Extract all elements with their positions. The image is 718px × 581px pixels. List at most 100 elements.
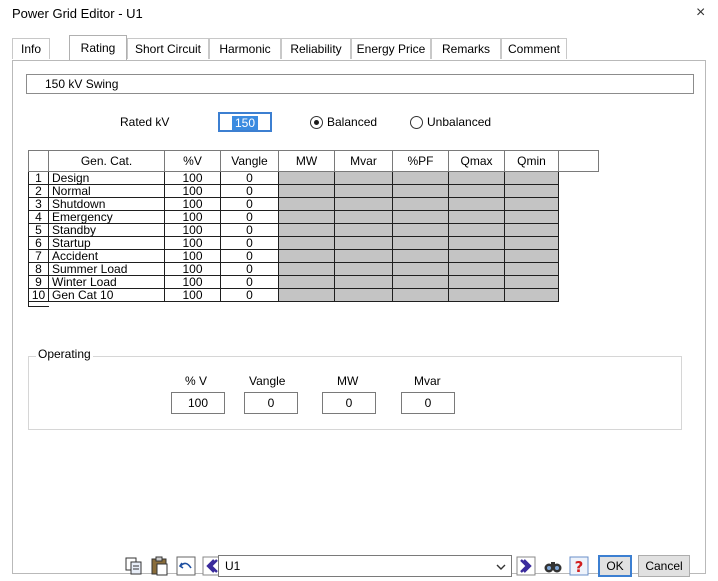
table-row[interactable]: 9 Winter Load 100 0 — [28, 275, 599, 289]
tab-remarks[interactable]: Remarks — [431, 38, 501, 59]
col-header-gen-cat[interactable]: Gen. Cat. — [48, 150, 165, 172]
mvar-cell[interactable] — [334, 275, 393, 289]
op-vangle-input[interactable]: 0 — [244, 392, 298, 414]
mw-cell[interactable] — [278, 210, 335, 224]
col-header-qmax[interactable]: Qmax — [448, 150, 505, 172]
vangle-cell[interactable]: 0 — [220, 275, 279, 289]
col-header-pct-v[interactable]: %V — [164, 150, 221, 172]
qmax-cell[interactable] — [448, 210, 505, 224]
ok-button[interactable]: OK — [598, 555, 632, 577]
qmax-cell[interactable] — [448, 288, 505, 302]
table-row[interactable]: 7 Accident 100 0 — [28, 249, 599, 263]
pct-v-cell[interactable]: 100 — [164, 236, 221, 250]
gen-cat-cell[interactable]: Gen Cat 10 — [48, 288, 165, 302]
pct-v-cell[interactable]: 100 — [164, 223, 221, 237]
description-field[interactable]: 150 kV Swing — [26, 74, 694, 94]
table-row[interactable]: 10 Gen Cat 10 100 0 — [28, 288, 599, 302]
pct-pf-cell[interactable] — [392, 223, 449, 237]
tab-rating[interactable]: Rating — [69, 35, 127, 60]
table-row[interactable]: 4 Emergency 100 0 — [28, 210, 599, 224]
qmax-cell[interactable] — [448, 249, 505, 263]
qmin-cell[interactable] — [504, 275, 559, 289]
qmin-cell[interactable] — [504, 236, 559, 250]
gen-cat-cell[interactable]: Design — [48, 171, 165, 185]
mvar-cell[interactable] — [334, 210, 393, 224]
mw-cell[interactable] — [278, 236, 335, 250]
qmin-cell[interactable] — [504, 262, 559, 276]
gen-cat-cell[interactable]: Emergency — [48, 210, 165, 224]
mvar-cell[interactable] — [334, 223, 393, 237]
table-row[interactable]: 5 Standby 100 0 — [28, 223, 599, 237]
mw-cell[interactable] — [278, 184, 335, 198]
copy-icon[interactable] — [124, 556, 144, 576]
col-header-mw[interactable]: MW — [278, 150, 335, 172]
vangle-cell[interactable]: 0 — [220, 197, 279, 211]
pct-pf-cell[interactable] — [392, 262, 449, 276]
pct-pf-cell[interactable] — [392, 171, 449, 185]
paste-icon[interactable] — [150, 556, 170, 576]
pct-v-cell[interactable]: 100 — [164, 171, 221, 185]
find-icon[interactable] — [543, 556, 563, 576]
table-row[interactable]: 1 Design 100 0 — [28, 171, 599, 185]
tab-comment[interactable]: Comment — [501, 38, 567, 59]
table-row[interactable]: 8 Summer Load 100 0 — [28, 262, 599, 276]
qmax-cell[interactable] — [448, 197, 505, 211]
mw-cell[interactable] — [278, 171, 335, 185]
tab-harmonic[interactable]: Harmonic — [209, 38, 281, 59]
mvar-cell[interactable] — [334, 262, 393, 276]
cancel-button[interactable]: Cancel — [638, 555, 690, 577]
mvar-cell[interactable] — [334, 236, 393, 250]
vangle-cell[interactable]: 0 — [220, 236, 279, 250]
gen-cat-cell[interactable]: Accident — [48, 249, 165, 263]
unbalanced-radio[interactable] — [410, 116, 423, 129]
mw-cell[interactable] — [278, 262, 335, 276]
table-row[interactable]: 6 Startup 100 0 — [28, 236, 599, 250]
gen-cat-cell[interactable]: Normal — [48, 184, 165, 198]
gen-cat-cell[interactable]: Winter Load — [48, 275, 165, 289]
element-select[interactable]: U1 — [218, 555, 512, 577]
pct-pf-cell[interactable] — [392, 210, 449, 224]
pct-pf-cell[interactable] — [392, 236, 449, 250]
qmax-cell[interactable] — [448, 184, 505, 198]
mw-cell[interactable] — [278, 249, 335, 263]
pct-pf-cell[interactable] — [392, 288, 449, 302]
mw-cell[interactable] — [278, 223, 335, 237]
vangle-cell[interactable]: 0 — [220, 249, 279, 263]
qmin-cell[interactable] — [504, 210, 559, 224]
mvar-cell[interactable] — [334, 171, 393, 185]
op-mvar-input[interactable]: 0 — [401, 392, 455, 414]
pct-pf-cell[interactable] — [392, 275, 449, 289]
pct-v-cell[interactable]: 100 — [164, 262, 221, 276]
table-row[interactable]: 2 Normal 100 0 — [28, 184, 599, 198]
vangle-cell[interactable]: 0 — [220, 184, 279, 198]
qmin-cell[interactable] — [504, 288, 559, 302]
qmax-cell[interactable] — [448, 236, 505, 250]
table-row[interactable]: 3 Shutdown 100 0 — [28, 197, 599, 211]
qmax-cell[interactable] — [448, 223, 505, 237]
chevron-down-icon[interactable] — [495, 562, 507, 572]
next-icon[interactable] — [516, 556, 536, 576]
undo-icon[interactable] — [176, 556, 196, 576]
pct-v-cell[interactable]: 100 — [164, 249, 221, 263]
tab-reliability[interactable]: Reliability — [281, 38, 351, 59]
qmin-cell[interactable] — [504, 223, 559, 237]
vangle-cell[interactable]: 0 — [220, 262, 279, 276]
pct-pf-cell[interactable] — [392, 249, 449, 263]
mvar-cell[interactable] — [334, 184, 393, 198]
vangle-cell[interactable]: 0 — [220, 223, 279, 237]
col-header-vangle[interactable]: Vangle — [220, 150, 279, 172]
rated-kv-input[interactable]: 150 — [218, 112, 272, 132]
gen-cat-cell[interactable]: Standby — [48, 223, 165, 237]
balanced-radio[interactable] — [310, 116, 323, 129]
col-header-pct-pf[interactable]: %PF — [392, 150, 449, 172]
op-v-input[interactable]: 100 — [171, 392, 225, 414]
qmin-cell[interactable] — [504, 197, 559, 211]
mw-cell[interactable] — [278, 275, 335, 289]
pct-v-cell[interactable]: 100 — [164, 210, 221, 224]
col-header-qmin[interactable]: Qmin — [504, 150, 559, 172]
mw-cell[interactable] — [278, 197, 335, 211]
tab-info[interactable]: Info — [12, 38, 50, 59]
pct-v-cell[interactable]: 100 — [164, 288, 221, 302]
col-header-mvar[interactable]: Mvar — [334, 150, 393, 172]
qmax-cell[interactable] — [448, 262, 505, 276]
